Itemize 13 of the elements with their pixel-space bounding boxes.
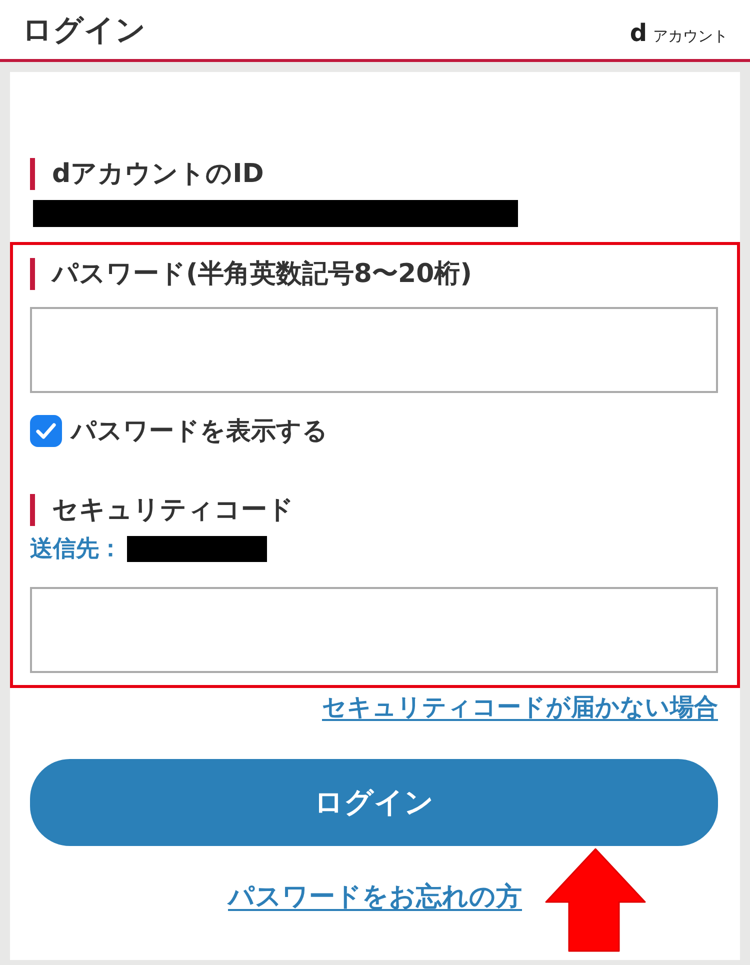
brand-logo: d アカウント [630,18,728,46]
section-heading: パスワード(半角英数記号8〜20桁) [30,258,718,290]
checkbox-label: パスワードを表示する [71,415,328,447]
security-code-field[interactable] [30,587,718,673]
section-heading: dアカウントのID [30,158,264,190]
section-heading: セキュリティコード [30,494,718,526]
password-field[interactable] [30,307,718,393]
code-help-link[interactable]: セキュリティコードが届かない場合 [322,692,718,722]
forgot-password-link[interactable]: パスワードをお忘れの方 [228,882,522,912]
checkbox[interactable] [30,415,62,447]
destination-label: 送信先： [30,535,122,563]
login-button[interactable]: ログイン [30,759,718,846]
page-title: ログイン [22,12,146,48]
